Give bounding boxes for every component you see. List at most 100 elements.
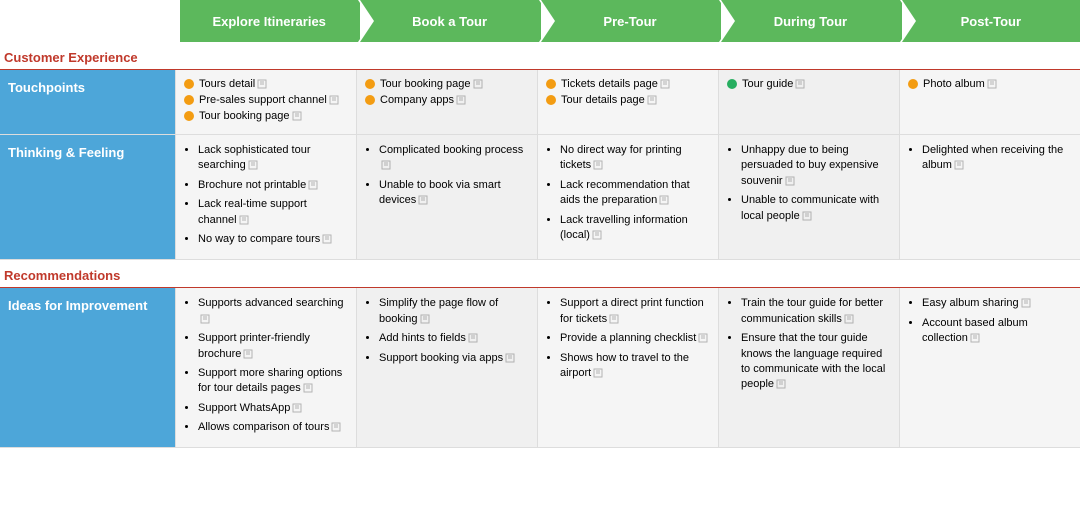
touchpoints-cell-1: Tour booking page Company apps [356, 70, 537, 134]
touchpoint-item: Photo album [908, 78, 1072, 90]
edit-icon [243, 349, 253, 359]
idea-item: Account based album collection [922, 316, 1072, 347]
edit-icon [292, 403, 302, 413]
arrow-2: Pre-Tour [541, 0, 719, 42]
ideas-cell-2: Support a direct print function for tick… [537, 288, 718, 447]
idea-item: Support WhatsApp [198, 401, 348, 416]
touchpoint-text: Tours detail [199, 78, 255, 90]
ideas-row: Ideas for Improvement Supports advanced … [0, 288, 1080, 448]
touchpoint-item: Tour details page [546, 94, 710, 106]
thinking-item: Brochure not printable [198, 178, 348, 193]
edit-icon [473, 79, 483, 89]
dot-orange [908, 79, 918, 89]
edit-icon [970, 333, 980, 343]
idea-item: Support a direct print function for tick… [560, 296, 710, 327]
thinking-item: Complicated booking process [379, 143, 529, 174]
dot-orange [184, 95, 194, 105]
edit-icon [802, 211, 812, 221]
idea-item: Provide a planning checklist [560, 331, 710, 346]
recommendations-label: Recommendations [0, 260, 1080, 288]
ideas-cell-3: Train the tour guide for better communic… [718, 288, 899, 447]
edit-icon [593, 160, 603, 170]
thinking-item: Lack real-time support channel [198, 197, 348, 228]
touchpoint-item: Company apps [365, 94, 529, 106]
thinking-item: Lack recommendation that aids the prepar… [560, 178, 710, 209]
idea-item: Add hints to fields [379, 331, 529, 346]
dot-orange [546, 95, 556, 105]
touchpoints-cell-4: Photo album [899, 70, 1080, 134]
dot-orange [365, 95, 375, 105]
edit-icon [329, 95, 339, 105]
edit-icon [609, 314, 619, 324]
dot-orange [365, 79, 375, 89]
thinking-cell-4: Delighted when receiving the album [899, 135, 1080, 259]
edit-icon [456, 95, 466, 105]
ideas-cell-0: Supports advanced searchingSupport print… [175, 288, 356, 447]
touchpoint-text: Company apps [380, 94, 454, 106]
edit-icon [303, 383, 313, 393]
touchpoints-row: Touchpoints Tours detail Pre-sales suppor… [0, 70, 1080, 135]
arrow-4: Post-Tour [902, 0, 1080, 42]
idea-item: Ensure that the tour guide knows the lan… [741, 331, 891, 393]
touchpoint-item: Tours detail [184, 78, 348, 90]
touchpoint-text: Tour guide [742, 78, 793, 90]
edit-icon [660, 79, 670, 89]
header-arrows: Explore ItinerariesBook a TourPre-TourDu… [180, 0, 1080, 42]
thinking-feeling-row: Thinking & Feeling Lack sophisticated to… [0, 135, 1080, 260]
edit-icon [381, 160, 391, 170]
thinking-item: Lack travelling information (local) [560, 213, 710, 244]
customer-experience-label: Customer Experience [0, 42, 1080, 70]
thinking-item: Lack sophisticated tour searching [198, 143, 348, 174]
arrow-3: During Tour [721, 0, 899, 42]
touchpoint-item: Tour guide [727, 78, 891, 90]
thinking-item: Unable to book via smart devices [379, 178, 529, 209]
edit-icon [795, 79, 805, 89]
edit-icon [785, 176, 795, 186]
edit-icon [292, 111, 302, 121]
idea-item: Allows comparison of tours [198, 420, 348, 435]
touchpoint-item: Pre-sales support channel [184, 94, 348, 106]
touchpoint-text: Tour details page [561, 94, 645, 106]
touchpoint-text: Tickets details page [561, 78, 658, 90]
idea-item: Train the tour guide for better communic… [741, 296, 891, 327]
edit-icon [776, 379, 786, 389]
edit-icon [420, 314, 430, 324]
touchpoint-item: Tour booking page [184, 110, 348, 122]
idea-item: Simplify the page flow of booking [379, 296, 529, 327]
edit-icon [844, 314, 854, 324]
thinking-item: Delighted when receiving the album [922, 143, 1072, 174]
idea-item: Shows how to travel to the airport [560, 351, 710, 382]
edit-icon [239, 215, 249, 225]
edit-icon [592, 230, 602, 240]
thinking-cell-0: Lack sophisticated tour searching Brochur… [175, 135, 356, 259]
idea-item: Support booking via apps [379, 351, 529, 366]
touchpoints-header: Touchpoints [0, 70, 175, 134]
edit-icon [257, 79, 267, 89]
dot-orange [546, 79, 556, 89]
arrow-1: Book a Tour [360, 0, 538, 42]
edit-icon [331, 422, 341, 432]
edit-icon [200, 314, 210, 324]
thinking-item: No way to compare tours [198, 232, 348, 247]
touchpoint-text: Tour booking page [380, 78, 471, 90]
thinking-item: Unable to communicate with local people [741, 193, 891, 224]
idea-item: Support more sharing options for tour de… [198, 366, 348, 397]
touchpoints-cell-0: Tours detail Pre-sales support channel Tou… [175, 70, 356, 134]
idea-item: Support printer-friendly brochure [198, 331, 348, 362]
touchpoint-text: Tour booking page [199, 110, 290, 122]
touchpoints-cell-3: Tour guide [718, 70, 899, 134]
edit-icon [322, 234, 332, 244]
touchpoint-item: Tour booking page [365, 78, 529, 90]
edit-icon [647, 95, 657, 105]
thinking-cell-1: Complicated booking process Unable to boo… [356, 135, 537, 259]
edit-icon [418, 195, 428, 205]
thinking-cell-3: Unhappy due to being persuaded to buy ex… [718, 135, 899, 259]
edit-icon [468, 333, 478, 343]
dot-orange [184, 79, 194, 89]
touchpoint-item: Tickets details page [546, 78, 710, 90]
arrow-0: Explore Itineraries [180, 0, 358, 42]
edit-icon [1021, 298, 1031, 308]
thinking-cell-2: No direct way for printing ticketsLack r… [537, 135, 718, 259]
ideas-cell-1: Simplify the page flow of booking Add hin… [356, 288, 537, 447]
thinking-item: Unhappy due to being persuaded to buy ex… [741, 143, 891, 189]
